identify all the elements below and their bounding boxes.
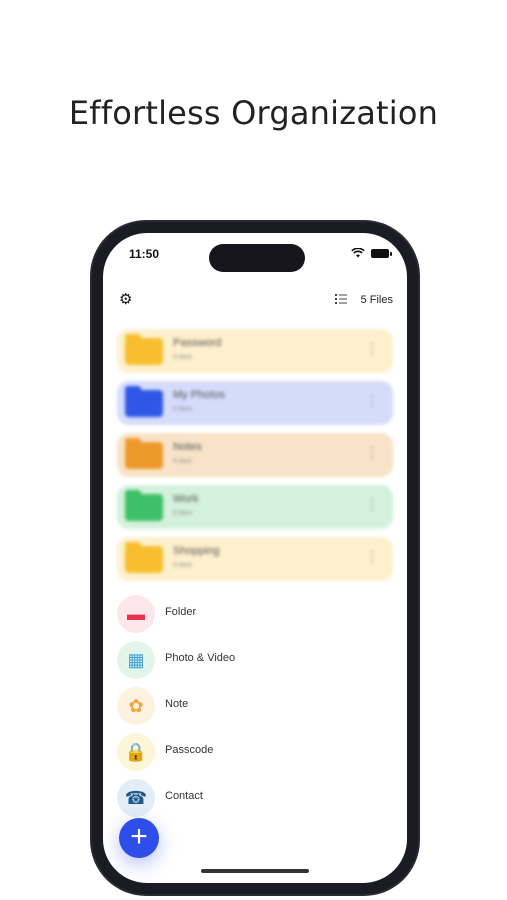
folder-icon: ▬ xyxy=(117,595,155,633)
add-button[interactable]: + xyxy=(119,818,159,858)
toolbar: ⚙ 5 Files xyxy=(103,291,407,311)
folder-card[interactable]: Shopping 0 item ⋮ xyxy=(117,537,393,581)
home-indicator xyxy=(201,869,309,873)
folder-card[interactable]: Notes 0 item ⋮ xyxy=(117,433,393,477)
wifi-icon xyxy=(351,248,365,258)
phone-frame: 11:50 ⚙ 5 Files Password 0 item ⋮ My Photos… xyxy=(92,222,418,894)
folder-item-count: 0 item xyxy=(173,510,193,517)
add-menu: ▬ Folder ▦ Photo & Video ✿ Note 🔒 Passcode ☎ Cont… xyxy=(117,591,317,821)
add-menu-label: Note xyxy=(165,698,189,710)
lock-icon: 🔒 xyxy=(117,733,155,771)
gear-icon[interactable]: ⚙ xyxy=(119,291,132,309)
add-menu-label: Passcode xyxy=(165,744,214,756)
folder-item-count: 0 item xyxy=(173,458,193,465)
folder-icon xyxy=(125,438,163,469)
folder-item-count: 0 item xyxy=(173,562,193,569)
battery-icon xyxy=(371,248,392,258)
folder-icon xyxy=(125,542,163,573)
phone-icon: ☎ xyxy=(117,779,155,817)
folder-name: Work xyxy=(173,493,199,505)
folder-name: My Photos xyxy=(173,389,225,401)
phone-screen: 11:50 ⚙ 5 Files Password 0 item ⋮ My Photos… xyxy=(103,233,407,883)
add-menu-item-note[interactable]: ✿ Note xyxy=(117,683,317,729)
add-menu-item-folder[interactable]: ▬ Folder xyxy=(117,591,317,637)
status-time: 11:50 xyxy=(129,247,160,261)
add-menu-item-contact[interactable]: ☎ Contact xyxy=(117,775,317,821)
note-icon: ✿ xyxy=(117,687,155,725)
folder-card[interactable]: My Photos 0 item ⋮ xyxy=(117,381,393,425)
list-view-icon[interactable] xyxy=(335,293,347,305)
add-menu-label: Contact xyxy=(165,790,203,802)
folder-card[interactable]: Password 0 item ⋮ xyxy=(117,329,393,373)
add-menu-item-photo-video[interactable]: ▦ Photo & Video xyxy=(117,637,317,683)
more-vertical-icon[interactable]: ⋮ xyxy=(365,445,379,459)
folder-list: Password 0 item ⋮ My Photos 0 item ⋮ Notes 0 it… xyxy=(117,329,393,589)
add-menu-label: Photo & Video xyxy=(165,652,236,664)
folder-item-count: 0 item xyxy=(173,406,193,413)
add-menu-label: Folder xyxy=(165,606,197,618)
folder-icon xyxy=(125,386,163,417)
more-vertical-icon[interactable]: ⋮ xyxy=(365,497,379,511)
folder-name: Password xyxy=(173,337,222,349)
folder-icon xyxy=(125,490,163,521)
dynamic-island xyxy=(209,244,305,272)
folder-name: Shopping xyxy=(173,545,220,557)
folder-card[interactable]: Work 0 item ⋮ xyxy=(117,485,393,529)
folder-icon xyxy=(125,334,163,365)
add-menu-item-passcode[interactable]: 🔒 Passcode xyxy=(117,729,317,775)
folder-name: Notes xyxy=(173,441,202,453)
folder-item-count: 0 item xyxy=(173,354,193,361)
photo-icon: ▦ xyxy=(117,641,155,679)
files-count: 5 Files xyxy=(360,294,393,306)
more-vertical-icon[interactable]: ⋮ xyxy=(365,549,379,563)
more-vertical-icon[interactable]: ⋮ xyxy=(365,341,379,355)
more-vertical-icon[interactable]: ⋮ xyxy=(365,393,379,407)
headline: Effortless Organization xyxy=(68,94,439,132)
status-icons xyxy=(351,248,392,258)
